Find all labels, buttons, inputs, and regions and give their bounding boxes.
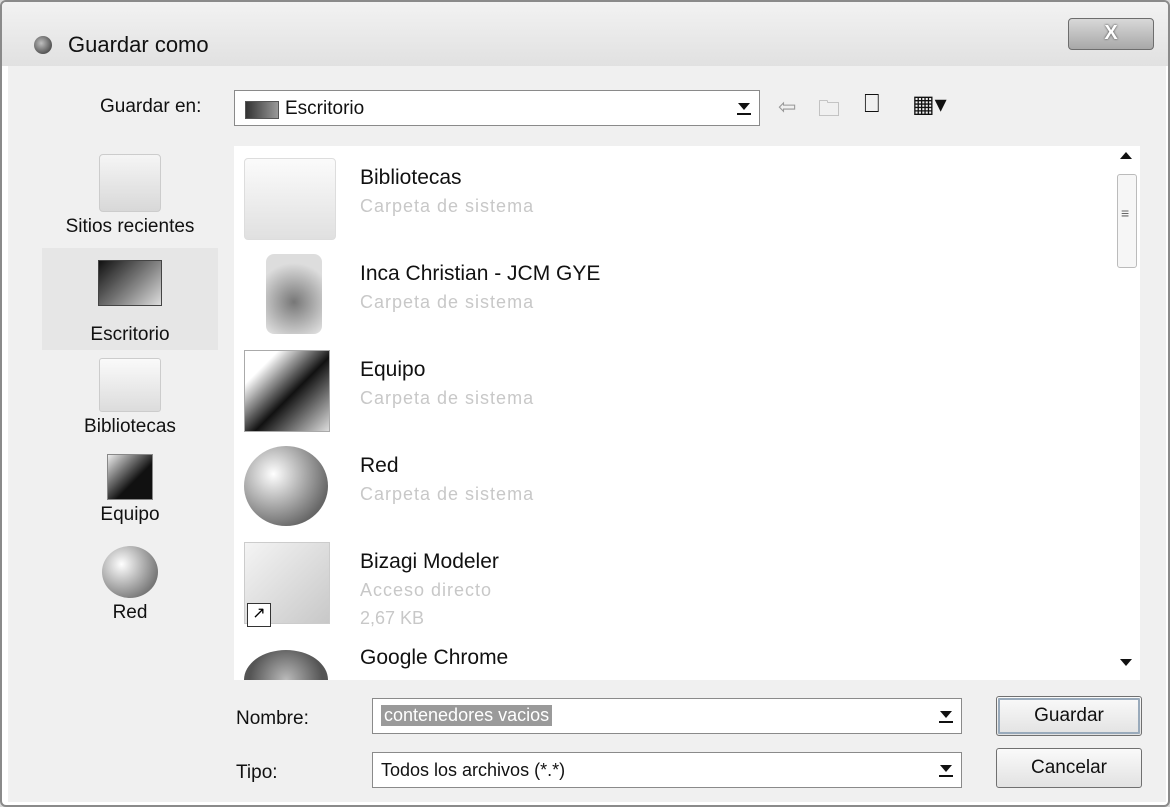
filetype-dropdown[interactable]: Todos los archivos (*.*) [372, 752, 962, 788]
file-name: Red [360, 454, 399, 477]
app-icon [34, 36, 52, 54]
scroll-down-icon[interactable] [1120, 659, 1132, 666]
save-in-value: Escritorio [285, 98, 365, 119]
file-name: Google Chrome [360, 646, 509, 669]
list-item[interactable]: Inca Christian - JCM GYE Carpeta de sist… [244, 248, 1104, 344]
scroll-thumb[interactable] [1117, 174, 1137, 268]
filename-label: Nombre: [236, 708, 309, 729]
file-type: Acceso directo [360, 580, 493, 600]
shortcut-arrow-icon: ↗ [247, 603, 271, 627]
application-shortcut-icon: ↗ [244, 542, 330, 627]
chevron-down-icon[interactable] [935, 703, 957, 725]
cancel-button[interactable]: Cancelar [996, 748, 1142, 788]
place-label: Bibliotecas [84, 416, 176, 437]
network-icon [244, 446, 328, 526]
chrome-icon [244, 650, 328, 680]
file-name: Bibliotecas [360, 166, 462, 189]
title-bar: Guardar como X [2, 2, 1168, 66]
place-label: Red [112, 602, 148, 623]
place-network[interactable]: Red [42, 546, 218, 624]
place-computer[interactable]: Equipo [42, 454, 218, 526]
desktop-icon [98, 260, 162, 306]
chevron-down-icon[interactable] [733, 95, 755, 117]
file-name: Inca Christian - JCM GYE [360, 262, 601, 285]
place-label: Sitios recientes [65, 216, 195, 237]
user-folder-icon [266, 254, 322, 334]
chevron-down-icon[interactable] [935, 757, 957, 779]
list-item[interactable]: Google Chrome [244, 632, 1104, 680]
file-name: Bizagi Modeler [360, 550, 499, 573]
save-in-dropdown[interactable]: Escritorio [234, 90, 760, 126]
close-button[interactable]: X [1068, 18, 1154, 50]
window-title: Guardar como [68, 32, 209, 57]
place-label: Escritorio [90, 324, 170, 345]
list-item[interactable]: Equipo Carpeta de sistema [244, 344, 1104, 440]
new-folder-icon[interactable]: ⎕ [864, 88, 880, 120]
place-desktop[interactable]: Escritorio [42, 248, 218, 350]
file-type: Carpeta de sistema [360, 388, 535, 408]
back-arrow-icon[interactable]: ⇦ [778, 94, 796, 120]
file-size: 2,67 KB [360, 608, 425, 628]
up-folder-icon[interactable]: 🗀 [818, 92, 840, 130]
scroll-up-icon[interactable] [1120, 152, 1132, 159]
dialog-body: Guardar en: Escritorio ⇦ 🗀 ⎕ ▦▾ Sitios r… [8, 66, 1166, 802]
place-recent[interactable]: Sitios recientes [42, 154, 218, 238]
views-menu-icon[interactable]: ▦▾ [912, 90, 947, 119]
list-item[interactable]: Bibliotecas Carpeta de sistema [244, 152, 1104, 248]
filetype-value: Todos los archivos (*.*) [381, 760, 566, 780]
list-item[interactable]: Red Carpeta de sistema [244, 440, 1104, 536]
file-type: Carpeta de sistema [360, 196, 535, 216]
file-type: Carpeta de sistema [360, 292, 535, 312]
recent-places-icon [99, 154, 161, 212]
file-list: Bibliotecas Carpeta de sistema Inca Chri… [234, 146, 1114, 680]
desktop-icon [245, 101, 279, 119]
file-name: Equipo [360, 358, 426, 381]
list-item[interactable]: ↗ Bizagi Modeler Acceso directo 2,67 KB [244, 536, 1104, 632]
save-in-label: Guardar en: [100, 96, 202, 117]
filename-input[interactable]: contenedores vacios [372, 698, 962, 734]
filename-value: contenedores vacios [381, 705, 553, 726]
libraries-icon [99, 358, 161, 412]
save-button[interactable]: Guardar [996, 696, 1142, 736]
vertical-scrollbar[interactable] [1114, 146, 1140, 680]
file-type: Carpeta de sistema [360, 484, 535, 504]
network-icon [102, 546, 158, 598]
place-label: Equipo [100, 504, 160, 525]
computer-icon [107, 454, 153, 500]
save-as-dialog: Guardar como X Guardar en: Escritorio ⇦ … [0, 0, 1170, 807]
place-libraries[interactable]: Bibliotecas [42, 358, 218, 438]
libraries-folder-icon [244, 158, 336, 240]
filetype-label: Tipo: [236, 762, 278, 783]
computer-icon [244, 350, 330, 432]
places-bar: Sitios recientes Escritorio Bibliotecas … [42, 146, 218, 676]
